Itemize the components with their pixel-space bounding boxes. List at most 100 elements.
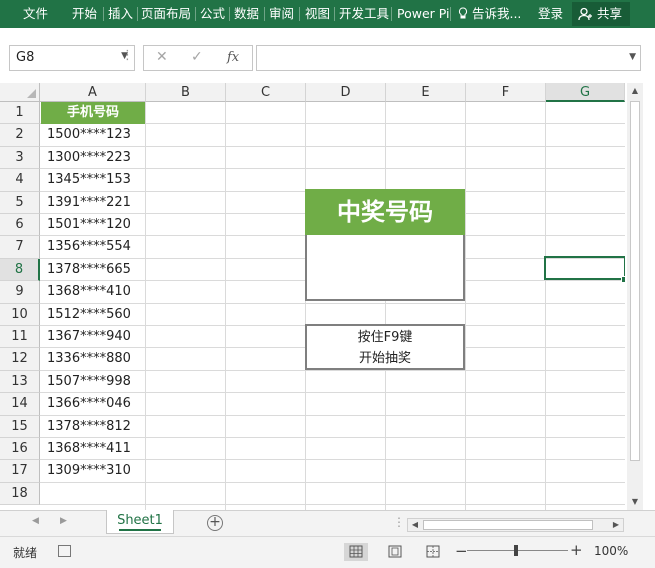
zoom-slider-thumb[interactable] — [514, 545, 518, 556]
row-header-4[interactable]: 4 — [0, 169, 40, 192]
horizontal-scroll-thumb[interactable] — [423, 520, 593, 530]
phone-cell[interactable]: 1367****940 — [41, 326, 145, 348]
scroll-left-icon[interactable]: ◀ — [408, 519, 422, 531]
tab-file[interactable]: 文件 — [23, 0, 48, 28]
row-header-5[interactable]: 5 — [0, 191, 40, 214]
zoom-in-button[interactable]: + — [570, 541, 583, 559]
horizontal-scrollbar[interactable]: ◀ ▶ — [407, 518, 624, 532]
phone-cell[interactable]: 1512****560 — [41, 304, 145, 326]
login-link[interactable]: 登录 — [538, 0, 563, 28]
instruction-line-1: 按住F9键 — [357, 330, 413, 345]
prev-sheet-icon[interactable]: ◀ — [32, 516, 39, 526]
tell-me-search[interactable]: 告诉我... — [458, 0, 521, 28]
next-sheet-icon[interactable]: ▶ — [60, 516, 67, 526]
select-all-corner[interactable] — [0, 83, 40, 102]
phone-cell[interactable]: 1309****310 — [41, 460, 145, 482]
row-header-11[interactable]: 11 — [0, 326, 40, 349]
row-header-13[interactable]: 13 — [0, 370, 40, 394]
phone-cell[interactable]: 1500****123 — [41, 124, 145, 146]
insert-function-icon[interactable]: fx — [227, 50, 239, 65]
worksheet-grid[interactable]: A B C D E F G 1 2 3 4 5 6 7 8 9 10 11 12… — [0, 83, 625, 510]
enter-icon[interactable]: ✓ — [191, 49, 203, 65]
row-header-3[interactable]: 3 — [0, 146, 40, 170]
formula-buttons: ✕ ✓ fx — [143, 45, 253, 71]
vertical-scrollbar[interactable]: ▲ ▼ — [627, 83, 643, 510]
column-header-c[interactable]: C — [226, 83, 306, 102]
cancel-icon[interactable]: ✕ — [156, 49, 168, 65]
tab-page-layout[interactable]: 页面布局 — [141, 0, 191, 28]
zoom-out-button[interactable]: − — [455, 542, 468, 560]
phone-cell[interactable]: 1391****221 — [41, 192, 145, 214]
vertical-scroll-thumb[interactable] — [630, 101, 640, 461]
active-cell-g8[interactable] — [544, 256, 625, 280]
gridline — [145, 102, 146, 510]
phone-cell[interactable]: 1507****998 — [41, 371, 145, 393]
row-header-2[interactable]: 2 — [0, 124, 40, 147]
tab-home[interactable]: 开始 — [72, 0, 97, 28]
row-header-9[interactable]: 9 — [0, 281, 40, 304]
row-header-12[interactable]: 12 — [0, 348, 40, 371]
phone-cell[interactable]: 1366****046 — [41, 393, 145, 415]
scroll-up-icon[interactable]: ▲ — [627, 83, 643, 99]
zoom-level[interactable]: 100% — [594, 544, 628, 558]
row-header-1[interactable]: 1 — [0, 102, 40, 125]
column-header-d[interactable]: D — [306, 83, 386, 102]
status-ready: 就绪 — [13, 546, 38, 560]
more-options-icon[interactable]: ⋮ — [121, 48, 134, 63]
add-sheet-icon[interactable]: + — [207, 515, 223, 531]
row-header-7[interactable]: 7 — [0, 236, 40, 259]
prize-result-cell[interactable] — [305, 235, 465, 301]
scroll-right-icon[interactable]: ▶ — [609, 519, 623, 531]
fill-handle[interactable] — [621, 276, 625, 283]
tab-formulas[interactable]: 公式 — [200, 0, 225, 28]
share-button[interactable]: 共享 — [572, 2, 630, 26]
draw-instruction-box[interactable]: 按住F9键 开始抽奖 — [305, 324, 465, 370]
row-header-17[interactable]: 17 — [0, 460, 40, 483]
tab-data[interactable]: 数据 — [234, 0, 259, 28]
tab-review[interactable]: 审阅 — [269, 0, 294, 28]
phone-cell[interactable]: 1378****812 — [41, 416, 145, 438]
row-header-18[interactable]: 18 — [0, 482, 40, 506]
name-box-value: G8 — [16, 50, 35, 65]
row-header-6[interactable]: 6 — [0, 214, 40, 237]
column-header-b[interactable]: B — [146, 83, 226, 102]
gridline — [225, 102, 226, 510]
share-label: 共享 — [597, 6, 623, 21]
page-break-view-icon[interactable] — [421, 543, 445, 561]
phone-cell[interactable]: 1378****665 — [41, 259, 145, 281]
phone-cell[interactable]: 1300****223 — [41, 147, 145, 169]
gridline — [305, 102, 306, 510]
tab-insert[interactable]: 插入 — [108, 0, 133, 28]
tab-power-pivot[interactable]: Power Pi — [397, 0, 450, 28]
tab-view[interactable]: 视图 — [305, 0, 330, 28]
formula-input[interactable]: ▼ — [256, 45, 641, 71]
column-header-g[interactable]: G — [546, 83, 625, 102]
row-header-14[interactable]: 14 — [0, 393, 40, 416]
column-header-e[interactable]: E — [386, 83, 466, 102]
page-layout-view-icon[interactable] — [383, 543, 407, 561]
row-header-16[interactable]: 16 — [0, 438, 40, 461]
person-icon — [578, 7, 592, 21]
prize-title: 中奖号码 — [305, 189, 465, 235]
phone-cell[interactable]: 1336****880 — [41, 348, 145, 370]
sheet-tab-sheet1[interactable]: Sheet1 — [106, 510, 174, 534]
status-bar: 就绪 − + 100% — [0, 536, 655, 568]
tab-developer[interactable]: 开发工具 — [339, 0, 389, 28]
macro-record-icon[interactable] — [58, 545, 71, 557]
row-header-10[interactable]: 10 — [0, 303, 40, 326]
normal-view-icon[interactable] — [344, 543, 368, 561]
expand-formula-icon[interactable]: ▼ — [629, 52, 636, 62]
phone-cell[interactable]: 1356****554 — [41, 236, 145, 258]
row-header-8[interactable]: 8 — [0, 258, 40, 282]
row-header-15[interactable]: 15 — [0, 415, 40, 438]
phone-cell[interactable]: 1368****411 — [41, 438, 145, 460]
column-header-a[interactable]: A — [40, 83, 146, 102]
phone-cell[interactable]: 1368****410 — [41, 281, 145, 303]
phone-cell[interactable]: 1345****153 — [41, 169, 145, 191]
name-box[interactable]: G8 ▼ — [9, 45, 135, 71]
column-header-f[interactable]: F — [466, 83, 546, 102]
phone-cell[interactable]: 1501****120 — [41, 214, 145, 236]
scroll-down-icon[interactable]: ▼ — [627, 494, 643, 510]
tab-split-handle[interactable]: ⋮ — [393, 515, 405, 529]
phone-header-cell[interactable]: 手机号码 — [41, 102, 145, 124]
